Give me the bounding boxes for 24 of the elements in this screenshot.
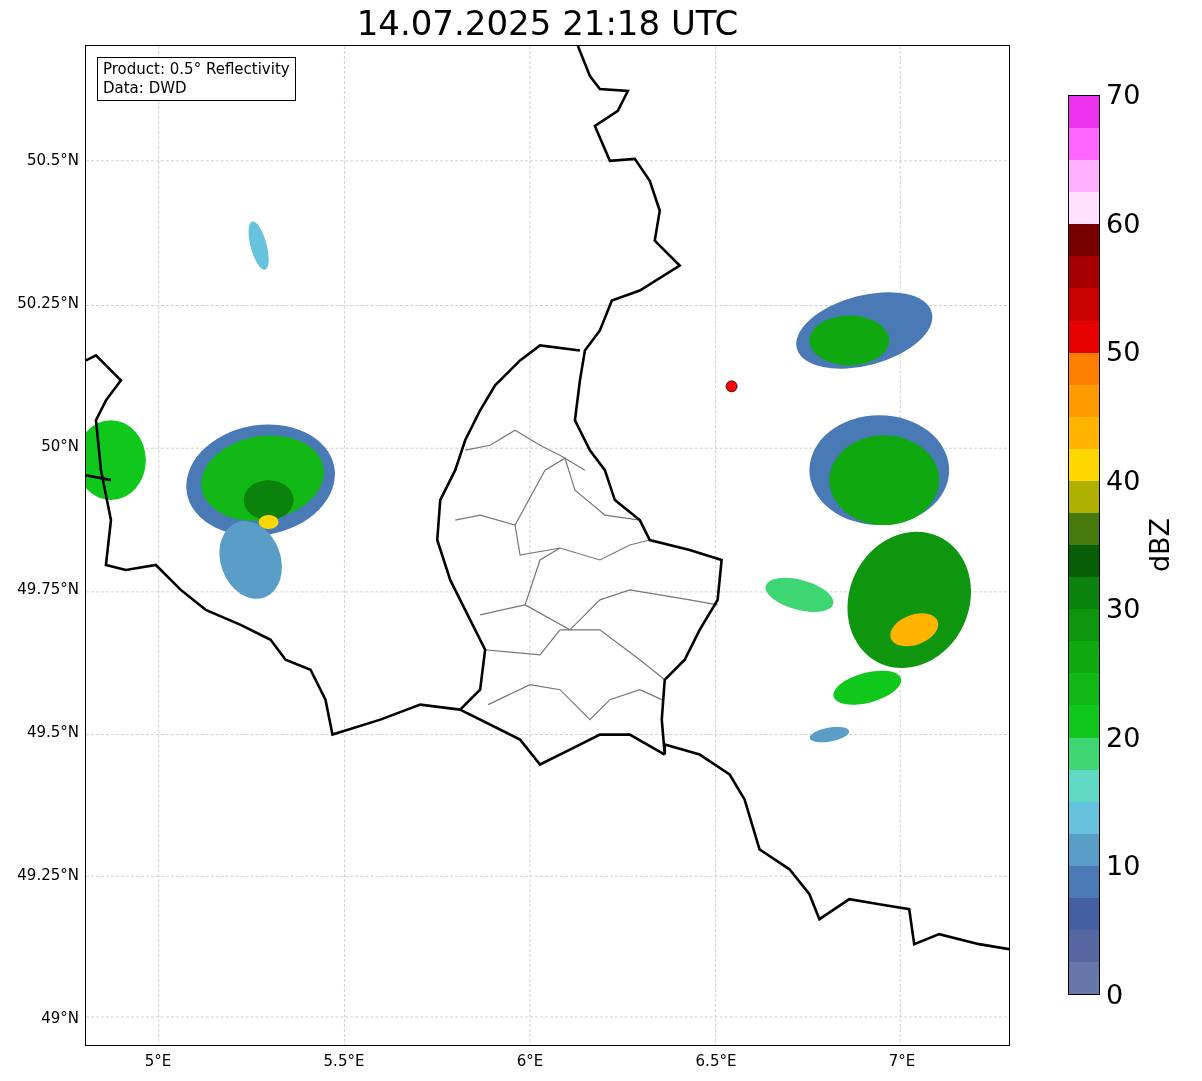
latitude-tick-label: 50°N (41, 436, 79, 456)
colorbar-tick-label: 20 (1106, 722, 1141, 753)
colorbar-tick-label: 70 (1106, 80, 1141, 110)
colorbar-tick-label: 0 (1106, 979, 1125, 1010)
colorbar-tick-label: 50 (1106, 337, 1141, 368)
latitude-tick-label: 49.5°N (26, 722, 79, 742)
longitude-tick-label: 5.5°E (322, 1051, 366, 1071)
longitude-tick-label: 5°E (143, 1051, 173, 1071)
latitude-tick-label: 50.5°N (26, 150, 79, 170)
latitude-tick-label: 49.25°N (17, 865, 79, 885)
colorbar-tick-label: 10 (1106, 851, 1141, 882)
colorbar-tick-label: 60 (1106, 208, 1141, 239)
longitude-tick-label: 6°E (515, 1051, 545, 1071)
longitude-tick-label: 6.5°E (694, 1051, 738, 1071)
longitude-tick-label: 7°E (887, 1051, 917, 1071)
legend-text: Data: DWD (103, 79, 188, 98)
legend-text: Product: 0.5° Reflectivity (103, 60, 290, 79)
latitude-tick-label: 49.75°N (17, 579, 79, 599)
latitude-tick-label: 50.25°N (17, 293, 79, 313)
colorbar-tick-label: 30 (1106, 594, 1141, 625)
colorbar-label: dBZ (1145, 517, 1176, 573)
latitude-tick-label: 49°N (41, 1008, 79, 1028)
chart-title: 14.07.2025 21:18 UTC (356, 2, 739, 45)
colorbar-tick-label: 40 (1106, 465, 1141, 496)
